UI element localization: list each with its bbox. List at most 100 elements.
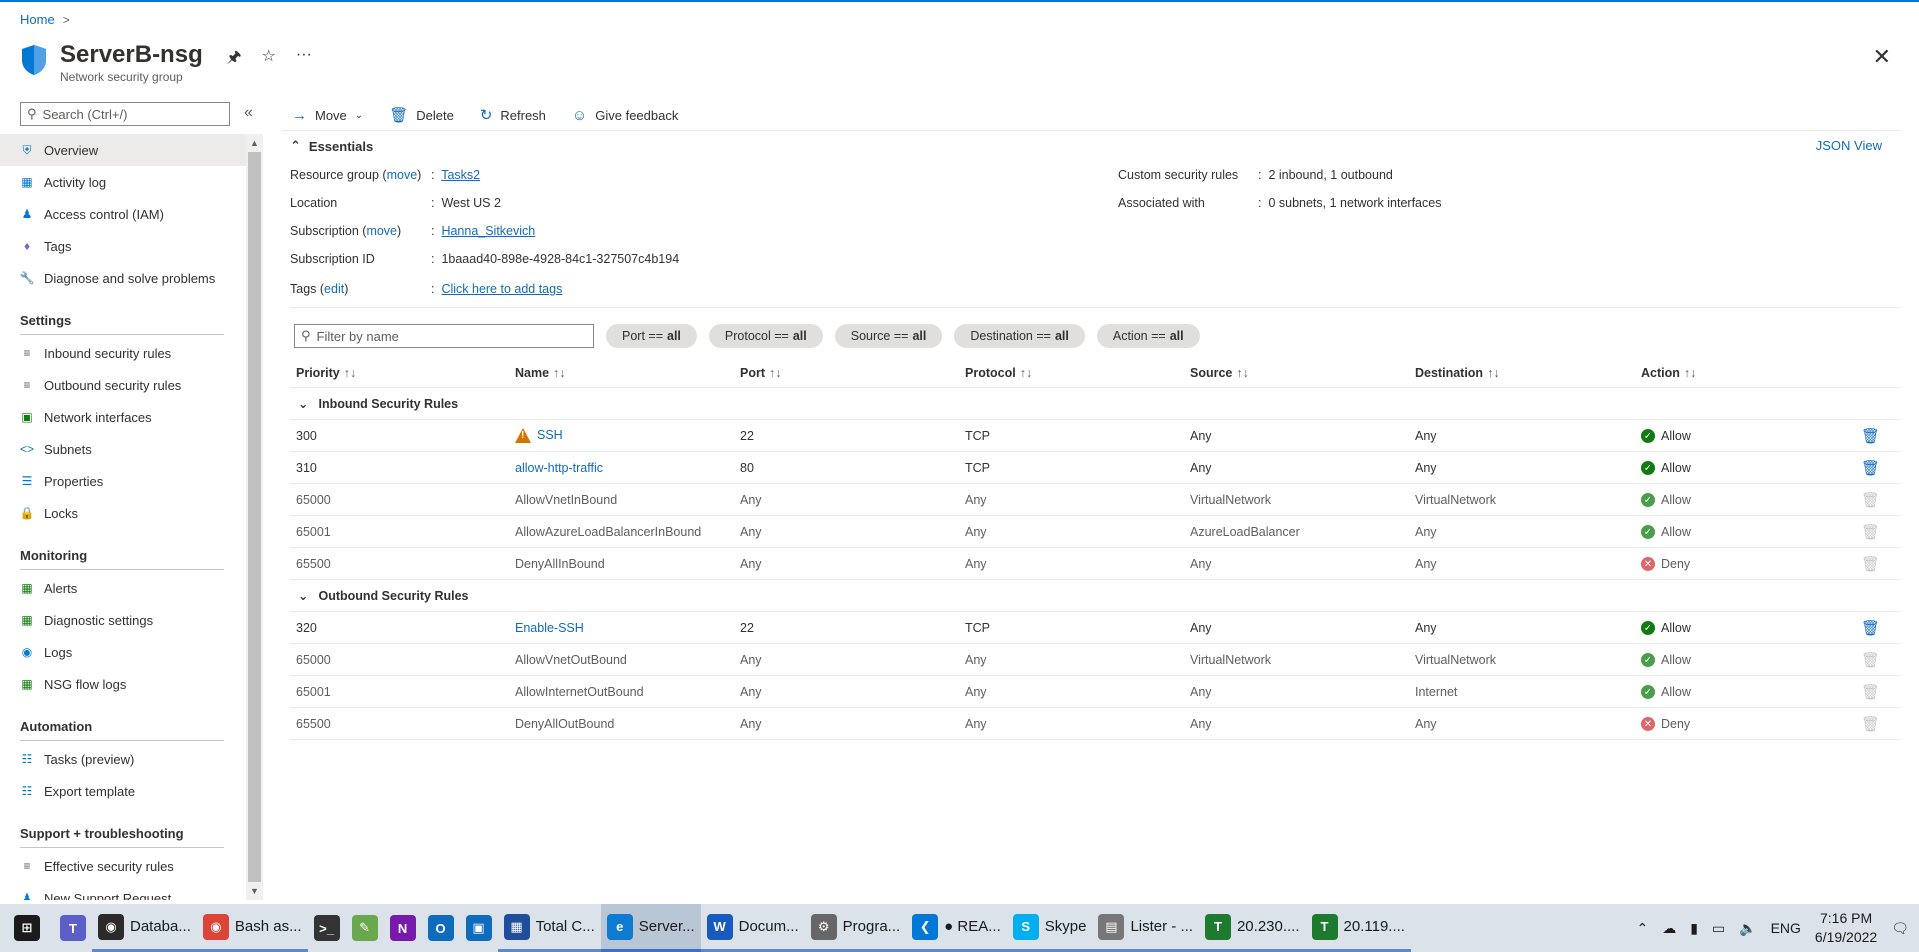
delete-button[interactable]: 🗑 Delete <box>389 106 454 124</box>
taskbar-terminal-button[interactable]: >_ <box>308 904 346 952</box>
filter-by-name-input[interactable]: ⚲ Filter by name <box>294 324 594 348</box>
table-row[interactable]: 65001 AllowAzureLoadBalancerInBound Any … <box>290 516 1900 548</box>
rule-name[interactable]: Enable-SSH <box>515 621 584 635</box>
table-row[interactable]: 65500 DenyAllOutBound Any Any Any Any ✕ D… <box>290 708 1900 740</box>
notifications-icon[interactable]: 🗨 <box>1891 920 1909 937</box>
sidebar-item-inbound-security-rules[interactable]: ≡ Inbound security rules <box>0 337 246 369</box>
taskbar-teams-button[interactable]: T <box>54 904 92 952</box>
rule-name[interactable]: SSH <box>537 428 563 442</box>
cell-name[interactable]: Enable-SSH <box>515 621 740 635</box>
resource-group-move-link[interactable]: move <box>387 168 418 182</box>
sidebar-item-alerts[interactable]: ▦ Alerts <box>0 572 246 604</box>
subscription-value-link[interactable]: Hanna_Sitkevich <box>441 224 535 238</box>
taskbar-word-button[interactable]: W Docum... <box>700 904 805 952</box>
sidebar-item-tags[interactable]: ♦ Tags <box>0 230 246 262</box>
subscription-move-link[interactable]: move <box>366 224 397 238</box>
resource-group-value-link[interactable]: Tasks2 <box>441 168 480 182</box>
taskbar-remote-desktop-button[interactable]: ▣ <box>460 904 498 952</box>
filter-pill-destination[interactable]: Destination == all <box>954 324 1085 348</box>
taskbar-chrome-button[interactable]: ◉ Bash as... <box>196 904 308 952</box>
column-header-action[interactable]: Action ↑↓ <box>1641 366 1841 380</box>
scroll-down-arrow-icon[interactable]: ▼ <box>250 886 259 896</box>
sidebar-item-diagnostic-settings[interactable]: ▦ Diagnostic settings <box>0 604 246 636</box>
sidebar-item-export-template[interactable]: ☷ Export template <box>0 775 246 807</box>
table-row[interactable]: 65001 AllowInternetOutBound Any Any Any … <box>290 676 1900 708</box>
move-button[interactable]: → Move ⌄ <box>292 107 363 124</box>
taskbar-total-commander-button[interactable]: ▦ Total C... <box>497 904 601 952</box>
sidebar-item-tasks-preview[interactable]: ☷ Tasks (preview) <box>0 743 246 775</box>
column-header-destination[interactable]: Destination ↑↓ <box>1415 366 1641 380</box>
chevron-up-icon[interactable]: ⌃ <box>1636 920 1648 937</box>
network-icon[interactable]: ▭ <box>1712 920 1725 937</box>
column-header-source[interactable]: Source ↑↓ <box>1190 366 1415 380</box>
table-row[interactable]: 65500 DenyAllInBound Any Any Any Any ✕ De… <box>290 548 1900 580</box>
favorite-star-icon[interactable]: ☆ <box>262 46 276 73</box>
taskbar-terminal-t-button[interactable]: T 20.230.... <box>1198 904 1306 952</box>
filter-pill-source[interactable]: Source == all <box>834 324 943 348</box>
give-feedback-button[interactable]: ☺ Give feedback <box>572 107 678 124</box>
tags-edit-link[interactable]: edit <box>324 282 344 296</box>
sidebar-item-access-control-iam[interactable]: ♟ Access control (IAM) <box>0 198 246 230</box>
json-view-link[interactable]: JSON View <box>1816 138 1882 153</box>
sidebar-item-logs[interactable]: ◉ Logs <box>0 636 246 668</box>
refresh-button[interactable]: ↻ Refresh <box>480 106 546 124</box>
cell-name[interactable]: SSH <box>515 428 740 444</box>
taskbar-lister-button[interactable]: ▤ Lister - ... <box>1092 904 1199 952</box>
column-header-port[interactable]: Port ↑↓ <box>740 366 965 380</box>
delete-rule-button[interactable]: 🗑 <box>1841 619 1900 637</box>
sidebar-item-new-support-request[interactable]: ♟ New Support Request <box>0 882 246 901</box>
sidebar-search-input[interactable]: ⚲ Search (Ctrl+/) <box>20 102 230 126</box>
language-indicator[interactable]: ENG <box>1771 920 1801 936</box>
add-tags-link[interactable]: Click here to add tags <box>441 282 562 296</box>
volume-icon[interactable]: 🔈 <box>1739 920 1756 937</box>
battery-icon[interactable]: ▮ <box>1690 920 1698 937</box>
scrollbar-thumb[interactable] <box>248 152 261 882</box>
delete-rule-button[interactable]: 🗑 <box>1841 427 1900 445</box>
filter-pill-action[interactable]: Action == all <box>1096 324 1200 348</box>
table-row[interactable]: 300 SSH 22 TCP Any Any ✓ Allow 🗑 <box>290 420 1900 452</box>
sidebar-item-locks[interactable]: 🔒 Locks <box>0 497 246 529</box>
sidebar-item-outbound-security-rules[interactable]: ≡ Outbound security rules <box>0 369 246 401</box>
taskbar-skype-button[interactable]: S Skype <box>1006 904 1093 952</box>
collapse-sidebar-button[interactable]: « <box>244 104 253 122</box>
delete-rule-button[interactable]: 🗑 <box>1841 459 1900 477</box>
sidebar-item-diagnose-and-solve-problems[interactable]: 🔧 Diagnose and solve problems <box>0 262 246 294</box>
taskbar-database-app-button[interactable]: ◉ Databa... <box>92 904 197 952</box>
table-row[interactable]: 65000 AllowVnetOutBound Any Any VirtualN… <box>290 644 1900 676</box>
taskbar-onenote-button[interactable]: N <box>384 904 422 952</box>
rule-name[interactable]: allow-http-traffic <box>515 461 603 475</box>
sidebar-item-subnets[interactable]: <> Subnets <box>0 433 246 465</box>
column-header-priority[interactable]: Priority ↑↓ <box>290 366 515 380</box>
sidebar-item-network-interfaces[interactable]: ▣ Network interfaces <box>0 401 246 433</box>
pin-icon[interactable]: 🖈 <box>227 46 242 73</box>
taskbar-outlook-button[interactable]: O <box>422 904 460 952</box>
sidebar-item-effective-security-rules[interactable]: ≡ Effective security rules <box>0 850 246 882</box>
taskbar-terminal-t-button[interactable]: T 20.119.... <box>1305 904 1411 952</box>
sidebar-item-nsg-flow-logs[interactable]: ▦ NSG flow logs <box>0 668 246 700</box>
table-row[interactable]: 310 allow-http-traffic 80 TCP Any Any ✓ A… <box>290 452 1900 484</box>
group-inbound-security-rules[interactable]: ⌄ Inbound Security Rules <box>290 388 1900 420</box>
filter-pill-port[interactable]: Port == all <box>606 324 697 348</box>
taskbar-edge-button[interactable]: e Server... <box>600 904 701 952</box>
breadcrumb-home[interactable]: Home <box>20 12 55 27</box>
onedrive-icon[interactable]: ☁ <box>1662 920 1676 937</box>
sidebar-item-properties[interactable]: ☰ Properties <box>0 465 246 497</box>
column-header-name[interactable]: Name ↑↓ <box>515 366 740 380</box>
taskbar-notepad-button[interactable]: ✎ <box>346 904 384 952</box>
taskbar-program-button[interactable]: ⚙ Progra... <box>804 904 907 952</box>
essentials-toggle[interactable]: ⌃ Essentials <box>290 138 373 154</box>
clock[interactable]: 7:16 PM 6/19/2022 <box>1815 909 1877 947</box>
sidebar-item-overview[interactable]: ⛨ Overview <box>0 134 246 166</box>
filter-pill-protocol[interactable]: Protocol == all <box>708 324 823 348</box>
group-outbound-security-rules[interactable]: ⌄ Outbound Security Rules <box>290 580 1900 612</box>
taskbar-windows-start-button[interactable]: ⊞ <box>0 904 54 952</box>
scroll-up-arrow-icon[interactable]: ▲ <box>250 138 259 148</box>
table-row[interactable]: 65000 AllowVnetInBound Any Any VirtualNe… <box>290 484 1900 516</box>
more-options-icon[interactable]: ··· <box>296 46 312 73</box>
cell-name[interactable]: allow-http-traffic <box>515 461 740 475</box>
column-header-protocol[interactable]: Protocol ↑↓ <box>965 366 1190 380</box>
sidebar-scrollbar[interactable]: ▲ ▼ <box>246 134 263 900</box>
table-row[interactable]: 320 Enable-SSH 22 TCP Any Any ✓ Allow 🗑 <box>290 612 1900 644</box>
sidebar-item-activity-log[interactable]: ▦ Activity log <box>0 166 246 198</box>
taskbar-vscode-button[interactable]: ❮ ● REA... <box>906 904 1007 952</box>
